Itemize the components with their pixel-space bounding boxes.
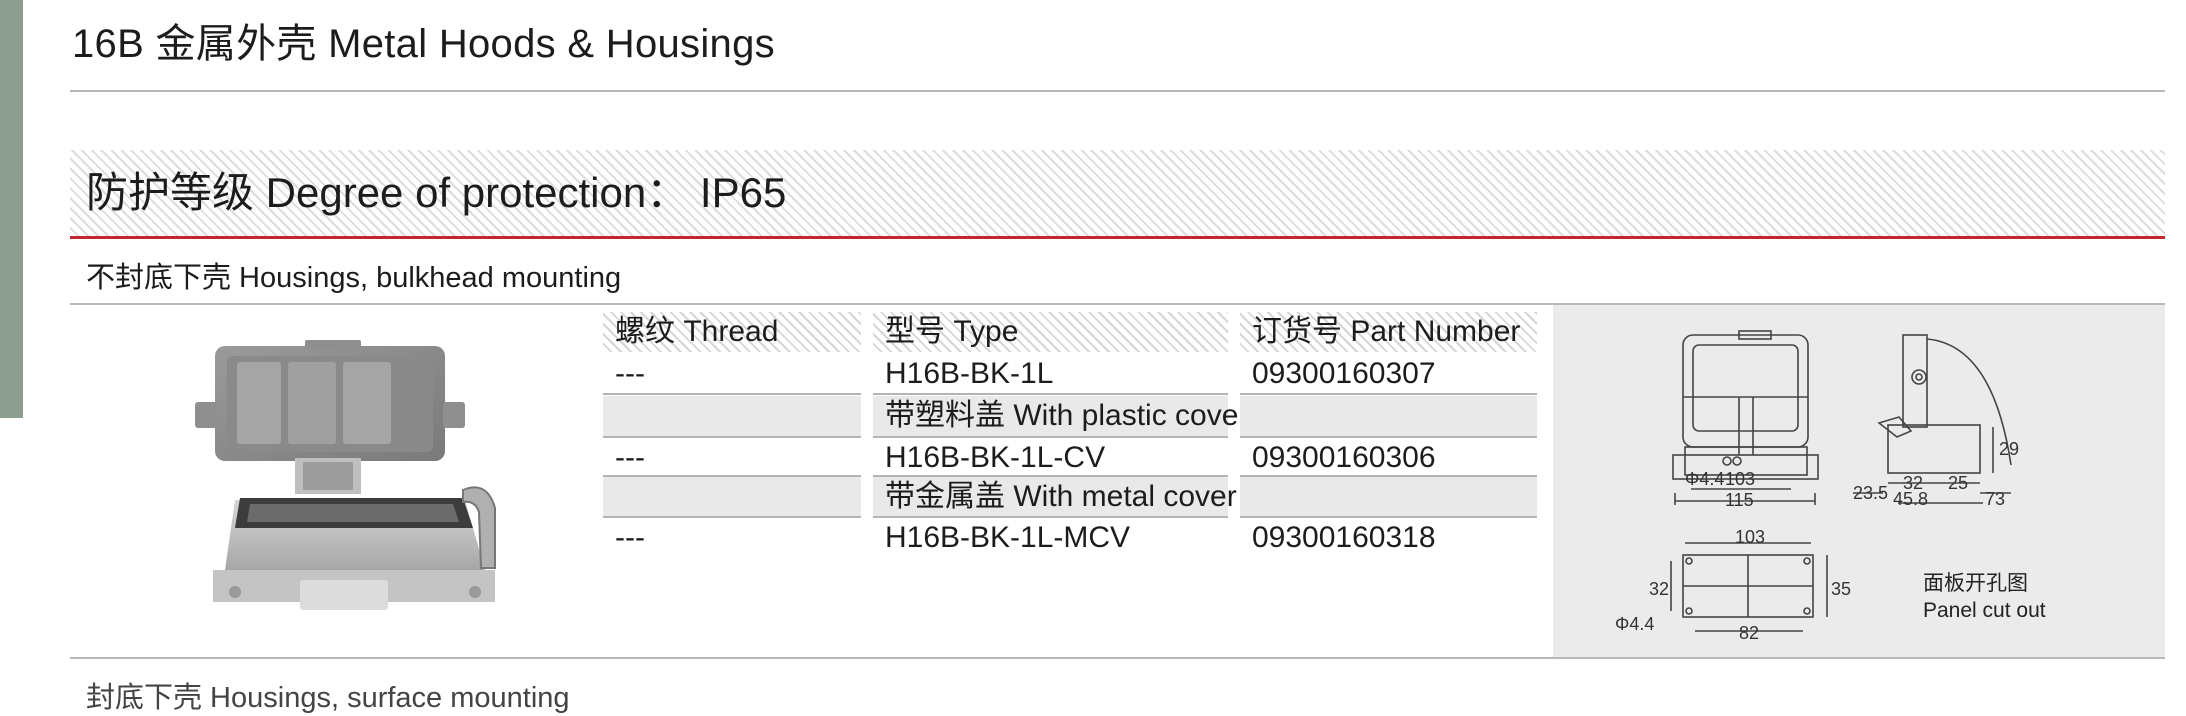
- page-title: 16B 金属外壳 Metal Hoods & Housings: [72, 22, 775, 66]
- table-row-5-part-number: 09300160318: [1252, 521, 1436, 554]
- section-heading: 不封底下壳 Housings, bulkhead mounting: [86, 262, 622, 294]
- technical-drawing: Φ4.4 103 115 23.5 32 45.8 25 73 29 103 8…: [1615, 330, 2046, 643]
- protection-label: 防护等级 Degree of protection： IP65: [86, 169, 787, 216]
- table-row-1-thread: ---: [615, 357, 645, 390]
- dim-cutout-bottom: 82: [1739, 623, 1759, 643]
- header-type: 型号 Type: [873, 312, 1228, 352]
- dim-cutout-right: 35: [1831, 579, 1851, 599]
- technical-drawing-panel: Φ4.4 103 115 23.5 32 45.8 25 73 29 103 8…: [1553, 305, 2165, 657]
- table-row-5-type: H16B-BK-1L-MCV: [885, 521, 1131, 554]
- dim-outer-front: 115: [1725, 490, 1754, 510]
- table-row-1-part-number: 09300160307: [1252, 357, 1436, 390]
- dim-side-5: 73: [1985, 489, 2005, 509]
- dim-side-height: 29: [1999, 439, 2019, 459]
- table-row-4-thread: [603, 477, 861, 517]
- title-divider: [70, 90, 2165, 92]
- side-color-bar: [0, 0, 23, 418]
- protection-banner: 防护等级 Degree of protection： IP65: [70, 150, 2165, 236]
- next-section-heading: 封底下壳 Housings, surface mounting: [86, 682, 570, 714]
- table-row-3-type: H16B-BK-1L-CV: [885, 441, 1106, 474]
- cutout-label-cn: 面板开孔图: [1923, 572, 2028, 595]
- table-row-5-thread: ---: [615, 521, 645, 554]
- table-row-4-type: 带金属盖 With metal cover: [873, 477, 1237, 517]
- table-row-1-type: H16B-BK-1L: [885, 357, 1054, 390]
- table-row-3-thread: ---: [615, 441, 645, 474]
- table-row-2-thread: [603, 396, 861, 436]
- product-photo: [195, 340, 496, 610]
- dim-inner-front: 103: [1725, 469, 1755, 489]
- dim-side-1: 23.5: [1853, 483, 1888, 503]
- cutout-label-en: Panel cut out: [1923, 599, 2046, 622]
- row-divider: [603, 393, 861, 395]
- dim-side-4: 25: [1948, 473, 1968, 493]
- table-row-2-part-number: [1240, 396, 1537, 436]
- header-part-number: 订货号 Part Number: [1240, 312, 1537, 352]
- table-row-2-type: 带塑料盖 With plastic cover: [873, 396, 1248, 436]
- table-row-3-part-number: 09300160306: [1252, 441, 1436, 474]
- row-divider: [1240, 393, 1537, 395]
- row-divider: [873, 393, 1228, 395]
- protection-red-rule: [70, 236, 2165, 239]
- dim-cutout-top: 103: [1735, 527, 1765, 547]
- table-row-4-part-number: [1240, 477, 1537, 517]
- dim-hole-front: Φ4.4: [1685, 469, 1724, 489]
- dim-cutout-left: 32: [1649, 579, 1669, 599]
- header-thread: 螺纹 Thread: [603, 312, 861, 352]
- section-bottom-divider: [70, 657, 2165, 659]
- dim-side-3: 45.8: [1893, 489, 1928, 509]
- dim-cutout-hole: Φ4.4: [1615, 614, 1654, 634]
